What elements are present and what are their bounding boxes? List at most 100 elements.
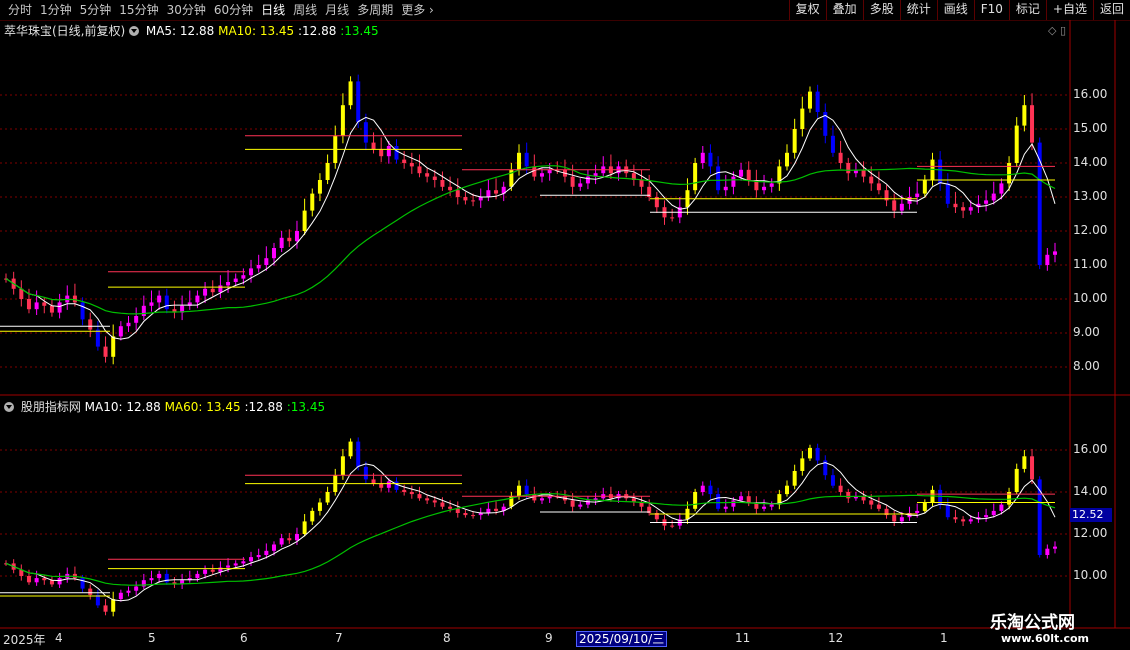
- candle-body: [149, 578, 154, 581]
- candle-body: [440, 502, 445, 507]
- candle-body: [1030, 456, 1035, 480]
- candle-body: [1014, 468, 1019, 492]
- x-month-label: 7: [335, 631, 343, 645]
- candle-body: [838, 152, 843, 163]
- candle-body: [417, 494, 422, 499]
- candle-body: [249, 557, 254, 562]
- candle-body: [922, 502, 927, 511]
- candle-body: [402, 159, 407, 163]
- candle-body: [448, 186, 453, 191]
- candle-body: [517, 152, 522, 170]
- candle-body: [455, 508, 460, 513]
- candle-body: [570, 176, 575, 187]
- candle-body: [134, 316, 139, 323]
- candle-body: [524, 152, 529, 167]
- candle-body: [785, 152, 790, 167]
- candle-body: [157, 295, 162, 303]
- candle-body: [869, 176, 874, 184]
- candle-body: [348, 441, 353, 457]
- candle-body: [317, 502, 322, 511]
- candle-body: [708, 485, 713, 495]
- candle-body: [471, 200, 476, 202]
- candle-body: [953, 517, 958, 520]
- y-tick-label: 16.00: [1073, 87, 1108, 101]
- candle-body: [26, 576, 31, 583]
- candle-body: [141, 305, 146, 316]
- y-tick-label: 12.00: [1073, 223, 1108, 237]
- candle-body: [991, 510, 996, 516]
- candle-body: [386, 146, 391, 157]
- candle-body: [539, 173, 544, 177]
- candle-body: [486, 190, 491, 197]
- x-month-label: 4: [55, 631, 63, 645]
- candle-body: [471, 515, 476, 517]
- candle-body: [432, 176, 437, 180]
- candle-body: [340, 456, 345, 476]
- candle-body: [103, 346, 108, 357]
- candle-body: [463, 513, 468, 516]
- candle-body: [149, 302, 154, 306]
- candle-body: [256, 555, 261, 558]
- candle-body: [325, 163, 330, 180]
- candle-body: [88, 588, 93, 595]
- candle-body: [547, 169, 552, 174]
- candle-body: [892, 200, 897, 211]
- candle-body: [340, 105, 345, 136]
- candle-body: [723, 506, 728, 509]
- candle-body: [746, 496, 751, 503]
- candle-body: [226, 565, 231, 568]
- cursor-date: 2025/09/10/三: [576, 631, 668, 647]
- candle-body: [739, 496, 744, 501]
- candle-body: [961, 207, 966, 211]
- y-tick-label: 11.00: [1073, 257, 1108, 271]
- candle-body: [999, 183, 1004, 194]
- candle-body: [838, 485, 843, 492]
- watermark-url: www.60lt.com: [1001, 632, 1090, 645]
- candle-body: [953, 203, 958, 208]
- candle-body: [739, 169, 744, 177]
- candle-body: [348, 81, 353, 106]
- sub-ma-short-line: [5, 462, 1056, 602]
- candle-body: [746, 169, 751, 180]
- x-month-label: 11: [735, 631, 751, 645]
- candle-body: [1053, 546, 1057, 549]
- candle-body: [210, 288, 215, 293]
- candle-body: [88, 319, 93, 330]
- candle-body: [517, 485, 522, 497]
- candle-body: [294, 534, 299, 541]
- y-tick-label: 9.00: [1073, 325, 1100, 339]
- x-month-label: 9: [545, 631, 553, 645]
- candle-body: [1022, 456, 1027, 469]
- candle-body: [524, 485, 529, 495]
- candle-body: [425, 498, 430, 501]
- candle-body: [578, 183, 583, 187]
- candle-body: [379, 149, 384, 157]
- candle-body: [984, 200, 989, 204]
- candle-body: [762, 186, 767, 191]
- candle-body: [279, 538, 284, 545]
- x-month-label: 1: [940, 631, 948, 645]
- main-ma-long-line: [5, 165, 1056, 315]
- x-month-label: 12: [828, 631, 844, 645]
- candle-body: [570, 500, 575, 507]
- candle-body: [402, 489, 407, 492]
- candle-body: [233, 563, 238, 566]
- candle-body: [494, 190, 499, 194]
- candle-body: [876, 504, 881, 509]
- candle-body: [386, 481, 391, 488]
- candle-body: [34, 302, 39, 310]
- candle-body: [57, 578, 62, 585]
- candle-body: [876, 183, 881, 191]
- candle-body: [363, 122, 368, 143]
- current-price-tag: 12.52: [1070, 508, 1112, 522]
- kline-chart[interactable]: [0, 0, 1130, 650]
- candle-body: [371, 142, 376, 150]
- candle-body: [639, 180, 644, 187]
- candle-body: [1030, 105, 1035, 143]
- candle-body: [26, 299, 31, 310]
- sub-ma-long-line: [5, 493, 1056, 586]
- candle-body: [363, 466, 368, 480]
- candle-body: [195, 295, 200, 303]
- candle-body: [892, 515, 897, 522]
- candle-body: [310, 193, 315, 211]
